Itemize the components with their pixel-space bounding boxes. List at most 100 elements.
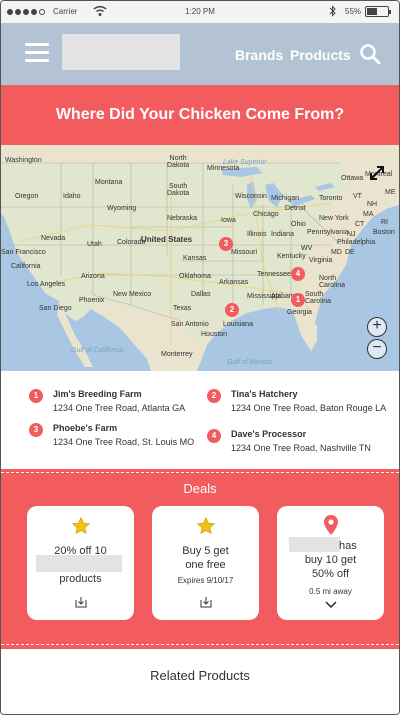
map-label-massachusetts: MA [363,211,374,218]
zoom-out-icon[interactable]: − [367,339,387,359]
map-label-connecticut: CT [355,221,365,228]
map-label-lake-superior: Lake Superior [223,159,267,166]
map-label-united-states: United States [141,235,193,244]
search-icon[interactable] [359,43,381,65]
chevron-down-icon[interactable] [277,601,384,609]
top-nav-bar: Brands Products [1,23,399,85]
map-label-vermont: VT [353,193,362,200]
location-number: 3 [29,423,43,437]
location-number: 1 [29,389,43,403]
map-label-wyoming: Wyoming [107,205,137,212]
deal-card-3[interactable]: has buy 10 get 50% off 0.5 mi away [277,506,384,620]
map-label-montana: Montana [95,179,123,186]
map-label-texas: Texas [173,305,192,312]
location-number: 2 [207,389,221,403]
map-label-california: California [11,263,41,270]
deal-text: products [59,573,102,585]
map-label-georgia: Georgia [287,309,312,316]
map-label-pennsylvania: Pennsylvania [307,229,349,236]
map-label-new-hampshire: NH [367,201,378,208]
map-label-oklahoma: Oklahoma [179,273,211,280]
map-label-monterrey: Monterrey [161,351,193,358]
map-label-wisconsin: Wisconsin [235,193,267,200]
zoom-in-icon[interactable]: + [367,317,387,337]
store-name-placeholder [289,537,340,552]
map-label-utah: Utah [87,241,102,248]
map-label-nevada: Nevada [41,235,66,242]
map-label-nebraska: Nebraska [167,215,197,222]
location-name: Dave's Processor [231,429,307,439]
location-address: 1234 One Tree Road, Atlanta GA [53,403,186,413]
map-label-idaho: Idaho [63,193,81,200]
page-title-bar: Where Did Your Chicken Come From? [1,85,399,145]
location-address: 1234 One Tree Road, St. Louis MO [53,437,195,447]
map-pin-1[interactable]: 1 [291,293,305,307]
map-label-new-york: New York [319,215,349,222]
map-label-west-virginia: WV [301,245,313,252]
map-label-north-dakota: North Dakota [167,155,190,169]
map-pin-2[interactable]: 2 [225,303,239,317]
deal-card-2[interactable]: Buy 5 get one free Expires 9/10/17 [152,506,259,620]
status-bar: Carrier 1:20 PM 55% [1,1,399,23]
map-label-north-carolina: North Carolina [319,275,346,289]
map-label-dallas: Dallas [191,291,211,298]
map-label-san-antonio: San Antonio [171,321,209,328]
map[interactable]: Washington Montana Idaho Wyoming Oregon … [1,145,399,371]
map-label-iowa: Iowa [221,217,236,224]
map-label-ohio: Ohio [291,221,306,228]
map-label-minnesota: Minnesota [207,165,240,172]
map-label-south-carolina: South Carolina [305,291,332,305]
map-label-indiana: Indiana [271,231,294,238]
deal-text: has [339,540,357,552]
map-label-san-diego: San Diego [39,305,72,312]
battery-icon [365,6,391,17]
deals-title: Deals [183,481,217,496]
map-label-virginia: Virginia [309,257,333,264]
nav-products-link[interactable]: Products [290,47,351,63]
location-name: Tina's Hatchery [231,389,298,399]
location-name: Jim's Breeding Farm [53,389,142,399]
map-label-kansas: Kansas [183,255,207,262]
dashed-divider [1,644,399,645]
map-label-new-mexico: New Mexico [113,291,152,298]
clock: 1:20 PM [185,7,215,16]
map-label-phoenix: Phoenix [79,297,105,304]
map-label-south-dakota: South Dakota [167,183,190,197]
map-label-delaware: DE [345,249,355,256]
map-pin-3[interactable]: 3 [219,237,233,251]
dashed-divider [1,472,399,473]
related-products-title: Related Products [150,668,250,683]
download-icon[interactable] [27,596,134,608]
map-pin-4[interactable]: 4 [291,267,305,281]
deal-text: Buy 5 get [182,545,229,557]
star-icon [152,516,259,536]
fullscreen-icon[interactable] [367,163,387,183]
map-label-maryland: MD [331,249,342,256]
map-label-oregon: Oregon [15,193,39,200]
map-label-maine: ME [385,189,396,196]
location-address: 1234 One Tree Road, Nashville TN [231,443,371,453]
bluetooth-icon [329,5,336,17]
map-label-ottawa: Ottawa [341,175,364,182]
locations-list: 1 Jim's Breeding Farm 1234 One Tree Road… [1,371,399,469]
location-name: Phoebe's Farm [53,423,118,433]
deal-distance: 0.5 mi away [309,587,352,596]
deal-text: one free [185,559,226,571]
deal-card-1[interactable]: 20% off 10 products [27,506,134,620]
map-label-new-jersey: NJ [347,231,356,238]
location-number: 4 [207,429,221,443]
map-label-chicago: Chicago [253,211,279,218]
map-label-san-francisco: San Francisco [1,249,46,256]
location-pin-icon [277,514,384,535]
deal-text: buy 10 get [304,554,357,566]
map-label-arizona: Arizona [81,273,105,280]
download-icon[interactable] [152,596,259,608]
nav-brands-link[interactable]: Brands [235,47,283,63]
logo-placeholder[interactable] [62,34,180,70]
star-icon [27,516,134,536]
deal-text: 50% off [311,568,350,580]
map-label-kentucky: Kentucky [277,253,306,260]
map-label-toronto: Toronto [319,195,343,202]
menu-icon[interactable] [25,43,49,63]
location-address: 1234 One Tree Road, Baton Rouge LA [231,403,387,413]
